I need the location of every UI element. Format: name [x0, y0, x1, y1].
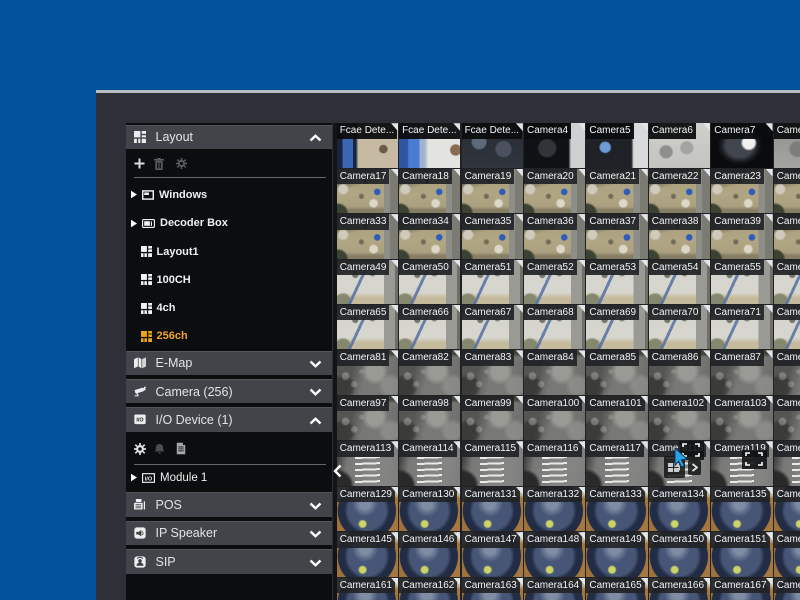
svg-text:I/O: I/O: [145, 476, 153, 482]
svg-text:I/O: I/O: [136, 418, 143, 424]
